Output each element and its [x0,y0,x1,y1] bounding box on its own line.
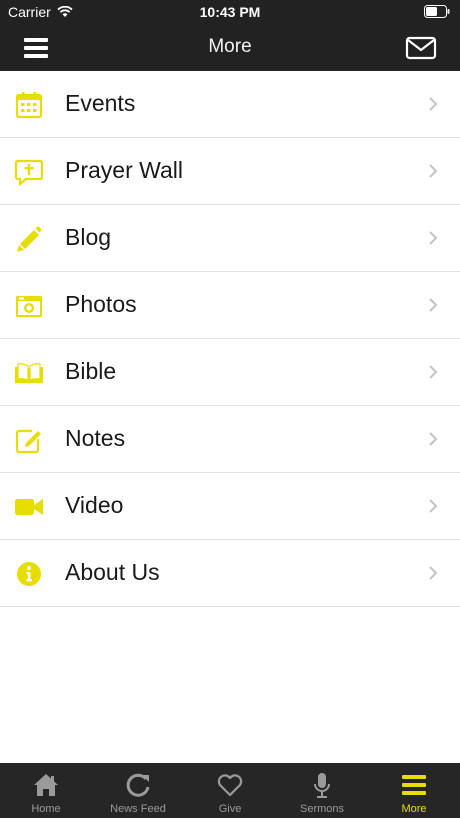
menu-icon [402,775,426,795]
menu-item-blog[interactable]: Blog [0,205,460,272]
menu-item-label: Blog [65,224,112,250]
status-time: 10:43 PM [199,4,261,20]
menu-item-label: Video [65,492,124,518]
menu-item-about-us[interactable]: About Us [0,540,460,607]
chevron-right-icon [429,298,438,312]
tab-label: News Feed [110,803,166,815]
refresh-icon [126,773,150,797]
menu-item-label: Events [65,90,136,116]
video-camera-icon [15,499,43,515]
menu-item-label: About Us [65,559,160,585]
tab-sermons[interactable]: Sermons [276,763,368,818]
chevron-right-icon [429,164,438,178]
tab-label: Sermons [299,803,345,815]
menu-item-notes[interactable]: Notes [0,406,460,473]
mail-button[interactable] [404,34,438,62]
menu-item-label: Prayer Wall [65,157,183,183]
tab-label: Give [218,803,242,815]
battery-icon [424,5,450,21]
microphone-icon [314,773,330,798]
chevron-right-icon [429,432,438,446]
menu-item-events[interactable]: Events [0,71,460,138]
menu-item-bible[interactable]: Bible [0,339,460,406]
book-icon [15,363,43,384]
tab-news-feed[interactable]: News Feed [92,763,184,818]
menu-item-label: Photos [65,291,137,317]
tab-more[interactable]: More [368,763,460,818]
menu-item-video[interactable]: Video [0,473,460,540]
info-icon [17,562,41,586]
tab-label: Home [31,803,61,815]
menu-item-label: Notes [65,425,126,451]
nav-bar: More [0,24,460,71]
prayer-bubble-icon [14,159,44,187]
menu-item-label: Bible [65,358,117,384]
page-title: More [208,36,252,57]
chevron-right-icon [429,566,438,580]
menu-item-prayer-wall[interactable]: Prayer Wall [0,138,460,205]
home-icon [34,774,58,796]
edit-note-icon [15,429,41,454]
chevron-right-icon [429,365,438,379]
tab-home[interactable]: Home [0,763,92,818]
pencil-icon [17,226,42,252]
heart-icon [217,774,243,797]
chevron-right-icon [429,499,438,513]
tab-bar: Home News Feed Give Sermons More [0,763,460,818]
camera-icon [16,296,42,317]
tab-give[interactable]: Give [184,763,276,818]
more-menu-list: Events Prayer Wall Blog Photos Bible Not… [0,71,460,607]
chevron-right-icon [429,97,438,111]
status-bar: Carrier 10:43 PM [0,0,460,24]
tab-label: More [401,803,427,815]
mail-icon [405,36,437,60]
calendar-icon [15,92,43,119]
menu-item-photos[interactable]: Photos [0,272,460,339]
chevron-right-icon [429,231,438,245]
